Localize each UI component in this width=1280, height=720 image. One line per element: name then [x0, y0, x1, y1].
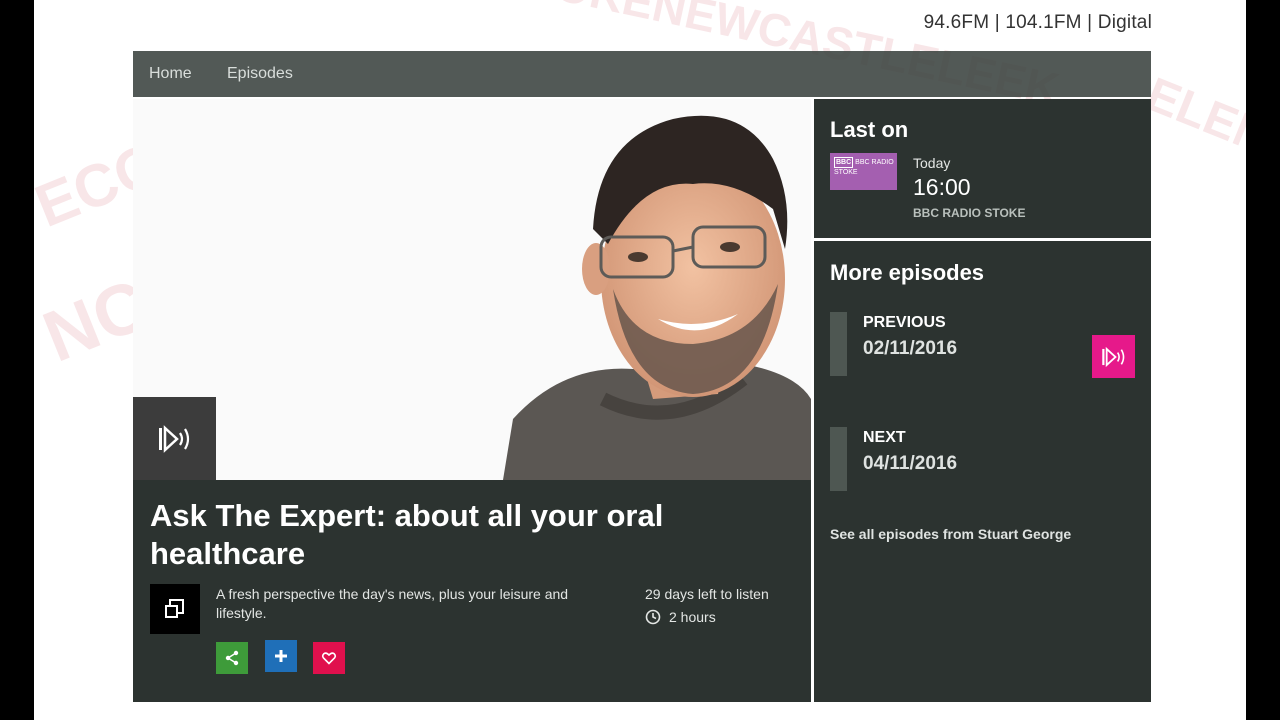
play-icon — [1101, 346, 1124, 367]
next-episode-label: NEXT — [863, 429, 906, 446]
episode-title: Ask The Expert: about all your oral heal… — [150, 498, 664, 571]
episode-description: A fresh perspective the day's news, plus… — [216, 586, 569, 621]
bbc-logo-mark: BBC — [834, 157, 854, 168]
top-navigation: Home Episodes — [133, 51, 1151, 97]
last-on-panel: Last on BBC BBC RADIO STOKE Today 16:00 B… — [814, 99, 1151, 238]
previous-episode-date[interactable]: 02/11/2016 — [863, 338, 957, 360]
share-icon — [225, 650, 239, 666]
last-on-heading: Last on — [830, 117, 909, 142]
add-to-playlist-button[interactable] — [265, 640, 297, 672]
presenter-photo — [133, 99, 811, 480]
broadcast-day: Today — [913, 155, 951, 171]
previous-episode-bar — [830, 312, 847, 376]
episode-duration: 2 hours — [645, 609, 716, 625]
clock-icon — [645, 609, 661, 625]
nav-episodes[interactable]: Episodes — [227, 65, 293, 83]
popout-player-button[interactable] — [150, 584, 200, 634]
nav-home[interactable]: Home — [149, 65, 192, 83]
play-previous-button[interactable] — [1092, 335, 1135, 378]
popout-icon — [165, 599, 184, 618]
station-frequencies: 94.6FM | 104.1FM | Digital — [923, 12, 1152, 33]
presenter-image — [133, 99, 811, 480]
next-episode-date[interactable]: 04/11/2016 — [863, 453, 957, 475]
play-icon — [158, 424, 189, 453]
play-episode-button[interactable] — [133, 397, 216, 480]
episode-info-panel: Ask The Expert: about all your oral heal… — [133, 480, 811, 702]
favourite-button[interactable] — [313, 642, 345, 674]
broadcast-station: BBC RADIO STOKE — [913, 206, 1026, 220]
see-all-episodes-link[interactable]: See all episodes from Stuart George — [830, 526, 1071, 542]
next-episode-bar — [830, 427, 847, 491]
plus-icon — [275, 650, 287, 662]
heart-icon — [321, 652, 337, 665]
duration-label: 2 hours — [669, 609, 716, 625]
backdrop-decoration: ELEM — [1138, 67, 1246, 168]
station-logo: BBC BBC RADIO STOKE — [830, 153, 897, 190]
broadcast-time: 16:00 — [913, 174, 971, 200]
availability-text: 29 days left to listen — [645, 586, 769, 602]
more-episodes-heading: More episodes — [830, 260, 985, 285]
previous-episode-label: PREVIOUS — [863, 314, 946, 331]
share-button[interactable] — [216, 642, 248, 674]
more-episodes-panel: More episodes PREVIOUS 02/11/2016 NEXT 0… — [814, 241, 1151, 702]
page-canvas: EDGESTOKENEWCASTLELEEK ECO NC ELEM 94.6F… — [34, 0, 1246, 720]
